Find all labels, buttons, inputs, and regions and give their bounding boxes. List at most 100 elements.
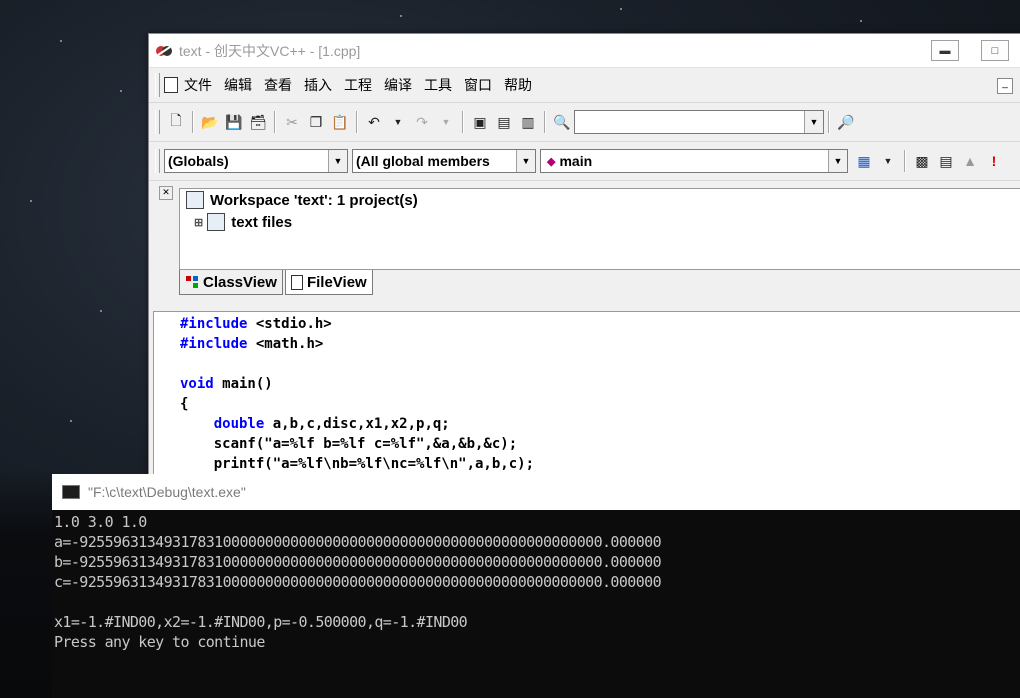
- workspace-label: Workspace 'text': 1 project(s): [210, 191, 418, 209]
- fileview-icon: [290, 274, 303, 290]
- window-title: text - 创天中文VC++ - [1.cpp]: [179, 42, 361, 59]
- wizard-action-dropdown-icon[interactable]: ▼: [878, 151, 898, 171]
- workspace-tree: Workspace 'text': 1 project(s) ⊞ text fi…: [179, 188, 1020, 270]
- menu-tools[interactable]: 工具: [424, 75, 452, 95]
- cut-icon[interactable]: ✂: [282, 112, 302, 132]
- paste-icon[interactable]: 📋: [330, 112, 350, 132]
- restore-button[interactable]: □: [981, 40, 1009, 61]
- open-folder-icon[interactable]: 📂: [200, 112, 220, 132]
- window-list-icon[interactable]: ▥: [518, 112, 538, 132]
- tree-item-workspace[interactable]: Workspace 'text': 1 project(s): [180, 189, 1020, 211]
- mdi-minimize-button[interactable]: _: [997, 78, 1013, 94]
- class-combo[interactable]: (Globals) ▼: [164, 149, 348, 173]
- console-line: a=-9255963134931783100000000000000000000…: [54, 533, 662, 551]
- new-file-icon[interactable]: 🗋: [166, 112, 186, 132]
- classview-icon: [186, 276, 198, 288]
- tab-classview-label: ClassView: [203, 273, 277, 291]
- code-text: {: [180, 396, 189, 412]
- tab-fileview-label: FileView: [306, 273, 367, 291]
- code-text: main(): [213, 376, 273, 392]
- undo-dropdown-icon[interactable]: ▼: [388, 112, 408, 132]
- output-toggle-icon[interactable]: ▤: [494, 112, 514, 132]
- code-content: #include <stdio.h> #include <math.h> void …: [154, 312, 1020, 474]
- code-editor[interactable]: #include <stdio.h> #include <math.h> void …: [153, 311, 1020, 479]
- menu-view[interactable]: 查看: [264, 75, 292, 95]
- vc-app-icon: [156, 45, 172, 56]
- code-line: double a,b,c,disc,x1,x2,p,q;: [180, 414, 1020, 434]
- members-combo-value: (All global members: [356, 153, 490, 169]
- tab-fileview[interactable]: FileView: [284, 270, 373, 295]
- menu-help[interactable]: 帮助: [504, 75, 532, 95]
- console-line: b=-9255963134931783100000000000000000000…: [54, 553, 662, 571]
- console-app-icon: [62, 485, 80, 499]
- menu-bar: 文件 编辑 查看 插入 工程 编译 工具 窗口 帮助 _: [149, 68, 1020, 103]
- menu-window[interactable]: 窗口: [464, 75, 492, 95]
- copy-icon[interactable]: ❐: [306, 112, 326, 132]
- tree-item-project[interactable]: ⊞ text files: [180, 211, 1020, 233]
- undo-icon[interactable]: ↶: [364, 112, 384, 132]
- code-keyword: double: [180, 416, 265, 432]
- chevron-down-icon[interactable]: ▼: [328, 150, 347, 172]
- wizard-bar: (Globals) ▼ (All global members ▼ ◆ main…: [149, 142, 1020, 181]
- wizardbar-grip[interactable]: [155, 149, 160, 173]
- redo-icon[interactable]: ↷: [412, 112, 432, 132]
- menu-insert[interactable]: 插入: [304, 75, 332, 95]
- menu-edit[interactable]: 编辑: [224, 75, 252, 95]
- chevron-down-icon[interactable]: ▼: [516, 150, 535, 172]
- minimize-button[interactable]: ▬: [931, 40, 959, 61]
- save-all-icon[interactable]: 🗃: [248, 112, 268, 132]
- console-line: Press any key to continue: [54, 633, 265, 651]
- menu-build[interactable]: 编译: [384, 75, 412, 95]
- build-icon[interactable]: ▤: [936, 151, 956, 171]
- console-line: 1.0 3.0 1.0: [54, 513, 147, 531]
- document-icon[interactable]: [164, 77, 178, 93]
- code-text: <stdio.h>: [247, 316, 332, 332]
- wizard-action-icon[interactable]: ▦: [854, 151, 874, 171]
- compile-icon[interactable]: ▩: [912, 151, 932, 171]
- code-keyword: #include: [180, 336, 248, 352]
- menu-project[interactable]: 工程: [344, 75, 372, 95]
- console-title-bar[interactable]: "F:\c\text\Debug\text.exe": [52, 474, 1020, 510]
- project-icon: [207, 213, 226, 231]
- function-icon: ◆: [547, 155, 556, 168]
- find-in-files-icon[interactable]: 🔍: [552, 112, 572, 132]
- stop-build-icon[interactable]: ▲: [960, 151, 980, 171]
- class-combo-value: (Globals): [168, 153, 229, 169]
- console-title: "F:\c\text\Debug\text.exe": [88, 484, 246, 500]
- find-icon[interactable]: 🔎: [836, 112, 856, 132]
- code-text: scanf("a=%lf b=%lf c=%lf",&a,&b,&c);: [180, 436, 518, 452]
- project-label: text files: [231, 213, 293, 231]
- vc-ide-window: text - 创天中文VC++ - [1.cpp] ▬ □ 文件 编辑 查看 插…: [148, 33, 1020, 480]
- code-keyword: void: [180, 376, 214, 392]
- menubar-grip[interactable]: [155, 73, 160, 97]
- function-combo-value: main: [559, 153, 593, 169]
- find-combo[interactable]: ▼: [574, 110, 824, 134]
- function-combo[interactable]: ◆ main ▼: [540, 149, 848, 173]
- tab-classview[interactable]: ClassView: [179, 270, 283, 295]
- standard-toolbar: 🗋 📂 💾 🗃 ✂ ❐ 📋 ↶ ▼ ↷ ▼ ▣ ▤ ▥ 🔍 ▼ 🔎: [149, 103, 1020, 142]
- chevron-down-icon[interactable]: ▼: [828, 150, 847, 172]
- code-line: #include <math.h>: [180, 334, 1020, 354]
- toolbar-grip[interactable]: [155, 110, 160, 134]
- separator: [192, 111, 194, 133]
- chevron-down-icon[interactable]: ▼: [804, 111, 823, 133]
- separator: [356, 111, 358, 133]
- workspace-icon: [186, 191, 204, 209]
- members-combo[interactable]: (All global members ▼: [352, 149, 536, 173]
- redo-dropdown-icon[interactable]: ▼: [436, 112, 456, 132]
- console-line: x1=-1.#IND00,x2=-1.#IND00,p=-0.500000,q=…: [54, 613, 468, 631]
- code-line: printf("a=%lf\nb=%lf\nc=%lf\n",a,b,c);: [180, 454, 1020, 474]
- code-line: scanf("a=%lf b=%lf c=%lf",&a,&b,&c);: [180, 434, 1020, 454]
- title-bar[interactable]: text - 创天中文VC++ - [1.cpp] ▬ □: [149, 34, 1020, 68]
- workspace-tabs: ClassView FileView: [179, 270, 375, 296]
- execute-icon[interactable]: !: [984, 151, 1004, 171]
- separator: [274, 111, 276, 133]
- close-icon[interactable]: ✕: [159, 186, 173, 200]
- save-icon[interactable]: 💾: [224, 112, 244, 132]
- console-output[interactable]: 1.0 3.0 1.0 a=-92559631349317831000000000…: [52, 510, 1020, 652]
- expand-icon[interactable]: ⊞: [194, 216, 203, 229]
- menu-file[interactable]: 文件: [184, 75, 212, 95]
- separator: [544, 111, 546, 133]
- workspace-toggle-icon[interactable]: ▣: [470, 112, 490, 132]
